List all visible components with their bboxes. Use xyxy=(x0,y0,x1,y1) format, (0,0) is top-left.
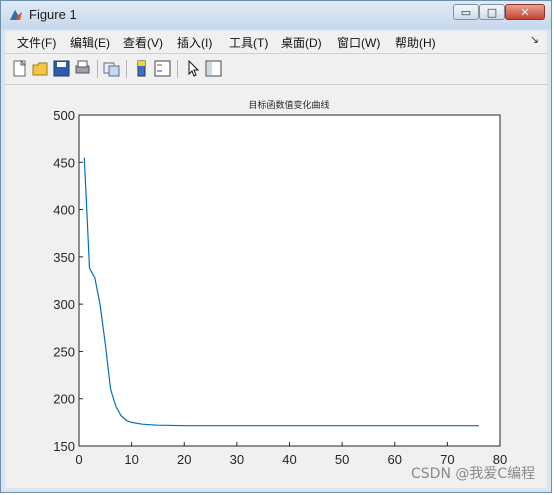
y-tick-label: 200 xyxy=(53,392,75,407)
y-tick-label: 400 xyxy=(53,203,75,218)
chart-title: 目标函数值变化曲线 xyxy=(248,99,329,111)
axes-background[interactable] xyxy=(78,114,501,447)
x-tick-label: 10 xyxy=(124,452,138,467)
y-tick-label: 150 xyxy=(53,439,75,454)
x-tick-label: 50 xyxy=(335,452,349,467)
watermark: CSDN @我爱C编程 xyxy=(411,466,536,482)
x-tick-label: 20 xyxy=(177,452,191,467)
x-tick-label: 30 xyxy=(230,452,244,467)
x-tick-label: 0 xyxy=(75,452,82,467)
figure-window: Figure 1 ▭ □ ✕ 文件(F) 编辑(E) 查看(V) 插入(I) 工… xyxy=(0,0,552,493)
y-tick-label: 350 xyxy=(53,250,75,265)
y-tick-label: 450 xyxy=(53,155,75,170)
y-tick-label: 250 xyxy=(53,344,75,359)
y-tick-label: 500 xyxy=(53,108,75,123)
plot-svg: 目标函数值变化曲线 0 10 20 30 40 50 60 70 80 150200250300… xyxy=(53,99,507,467)
x-tick-label: 40 xyxy=(282,452,296,467)
y-tick-label: 300 xyxy=(53,297,75,312)
x-tick-label: 60 xyxy=(388,452,402,467)
